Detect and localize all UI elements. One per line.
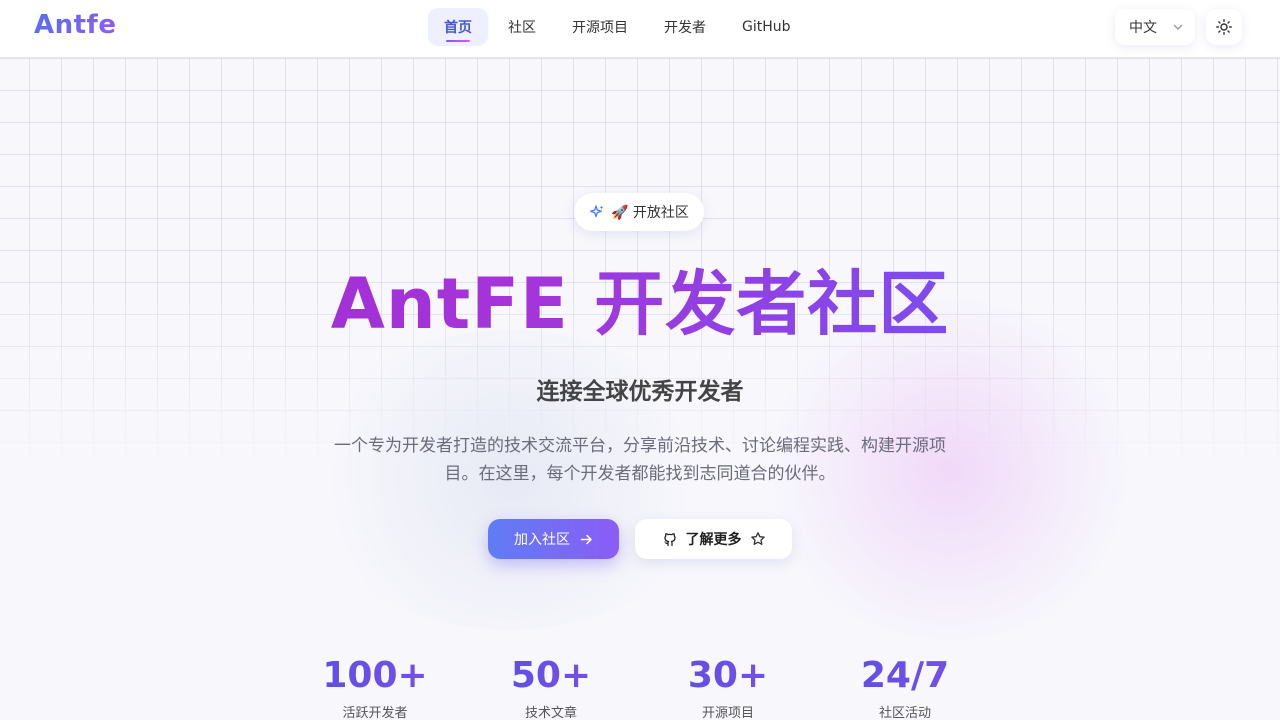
top-header: Antfe 首页 社区 开源项目 开发者 GitHub 中文 — [0, 0, 1280, 58]
sparkles-icon — [589, 204, 605, 220]
nav-item-open-source[interactable]: 开源项目 — [556, 8, 644, 46]
arrow-right-icon — [580, 533, 593, 546]
star-icon — [750, 531, 766, 547]
chevron-down-icon — [1173, 24, 1183, 30]
nav-item-community[interactable]: 社区 — [492, 8, 552, 46]
stat-value: 30+ — [648, 654, 808, 698]
learn-more-button[interactable]: 了解更多 — [635, 519, 792, 559]
stat-activities: 24/7 社区活动 — [825, 654, 985, 720]
badge-label: 🚀 开放社区 — [611, 205, 689, 221]
language-select[interactable]: 中文 — [1115, 9, 1195, 45]
hero-description-line: 一个专为开发者打造的技术交流平台，分享前沿技术、讨论编程实践、构建开源项 — [334, 436, 946, 456]
theme-toggle-button[interactable] — [1206, 9, 1242, 45]
nav-item-developers[interactable]: 开发者 — [648, 8, 722, 46]
open-community-badge: 🚀 开放社区 — [574, 193, 704, 231]
stat-articles: 50+ 技术文章 — [471, 654, 631, 720]
nav-item-home[interactable]: 首页 — [428, 8, 488, 46]
join-community-button[interactable]: 加入社区 — [488, 519, 619, 559]
stat-label: 开源项目 — [701, 706, 754, 720]
hero-description: 一个专为开发者打造的技术交流平台，分享前沿技术、讨论编程实践、构建开源项 目。在… — [310, 432, 970, 488]
stat-developers: 100+ 活跃开发者 — [295, 654, 455, 720]
hero-title: AntFE 开发者社区 — [0, 262, 1280, 346]
nav-item-github[interactable]: GitHub — [726, 8, 807, 46]
stat-projects: 30+ 开源项目 — [648, 654, 808, 720]
stat-label: 社区活动 — [878, 706, 931, 720]
stat-value: 50+ — [471, 654, 631, 698]
github-icon — [662, 531, 678, 547]
brand-logo[interactable]: Antfe — [34, 10, 117, 40]
main-nav: 首页 社区 开源项目 开发者 GitHub — [428, 8, 811, 46]
stat-value: 100+ — [295, 654, 455, 698]
stat-label: 技术文章 — [524, 706, 577, 720]
sun-icon — [1216, 19, 1232, 35]
stat-label: 活跃开发者 — [342, 706, 408, 720]
language-select-value: 中文 — [1129, 20, 1157, 36]
learn-more-label: 了解更多 — [685, 532, 742, 548]
hero-subtitle: 连接全球优秀开发者 — [536, 379, 744, 405]
stat-value: 24/7 — [825, 654, 985, 698]
hero-description-line: 目。在这里，每个开发者都能找到志同道合的伙伴。 — [444, 464, 836, 484]
join-community-label: 加入社区 — [514, 532, 570, 548]
